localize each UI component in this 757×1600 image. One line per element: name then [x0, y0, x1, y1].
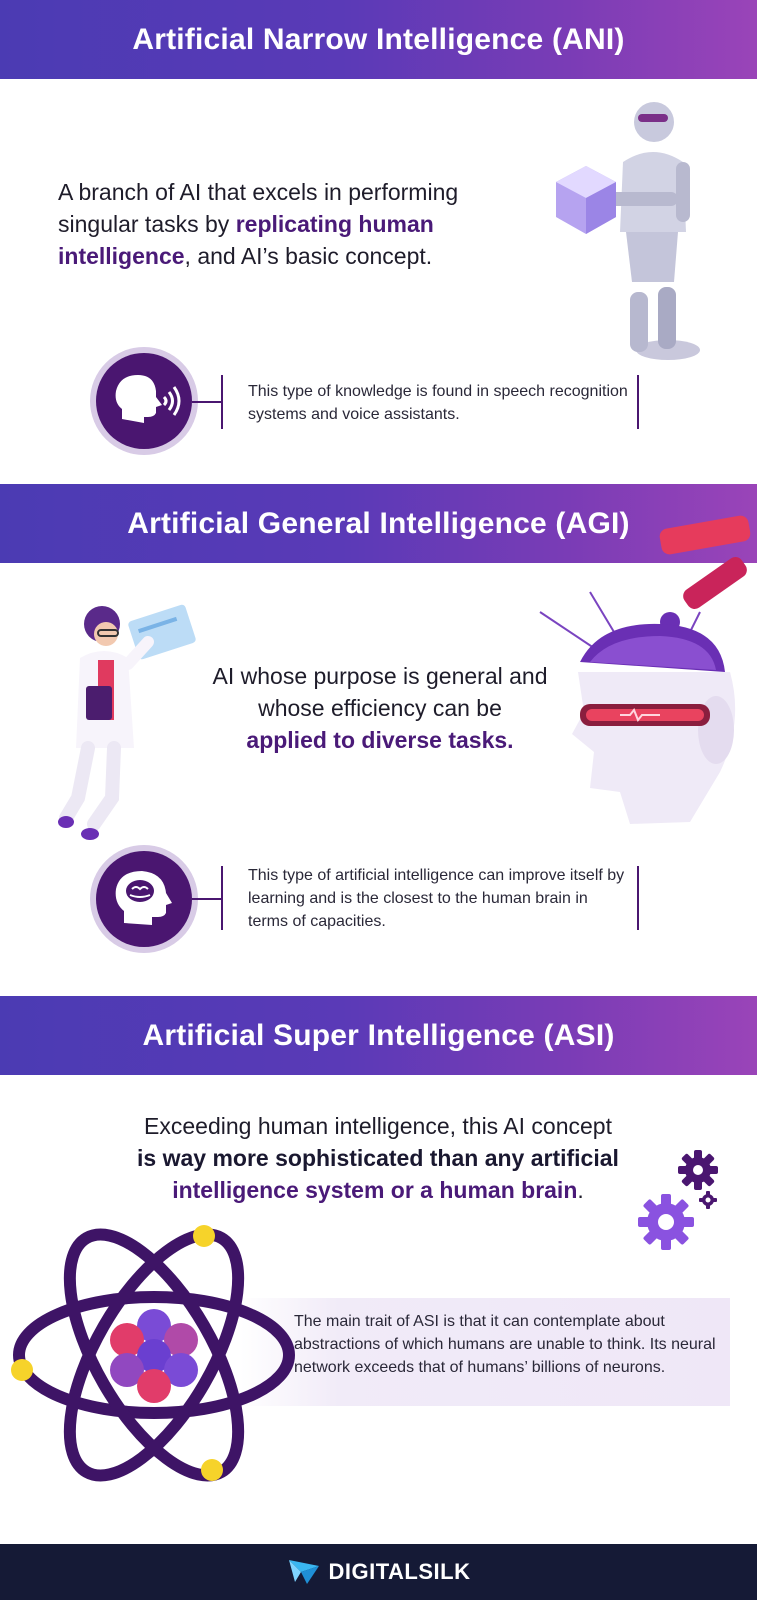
asi-lead-highlight: intelligence system or a human brain [172, 1177, 578, 1203]
ani-lead: A branch of AI that excels in performing… [58, 176, 528, 272]
digitalsilk-logo-icon [288, 1560, 319, 1584]
asi-note: The main trait of ASI is that it can con… [294, 1313, 716, 1376]
robot-brain-head-illustration [539, 515, 751, 824]
ani-note: This type of knowledge is found in speec… [248, 383, 628, 423]
scientist-illustration [58, 604, 196, 840]
agi-bracket-right [637, 866, 639, 930]
agi-lead-text: AI whose purpose is general and whose ef… [212, 663, 548, 721]
agi-lead: AI whose purpose is general and whose ef… [200, 660, 560, 756]
brain-head-icon-graphic [115, 871, 172, 925]
gears-icon [638, 1150, 718, 1250]
agi-lead-highlight: applied to diverse tasks. [246, 727, 514, 753]
asi-lead: Exceeding human intelligence, this AI co… [60, 1110, 696, 1206]
agi-bracket-left [221, 866, 223, 930]
speech-head-icon [96, 353, 192, 449]
ani-banner: Artificial Narrow Intelligence (ANI) [0, 0, 757, 79]
asi-lead-text: Exceeding human intelligence, this AI co… [144, 1113, 612, 1139]
brand: DIGITALSILK [287, 1558, 471, 1586]
agi-connector [192, 898, 222, 900]
asi-lead-bold: is way more sophisticated than any artif… [137, 1145, 619, 1171]
ani-bracket-right [637, 375, 639, 429]
agi-note: This type of artificial intelligence can… [248, 867, 625, 930]
asi-title: Artificial Super Intelligence (ASI) [142, 1018, 615, 1052]
ani-title: Artificial Narrow Intelligence (ANI) [132, 22, 625, 56]
robot-illustration [556, 102, 700, 360]
atom-illustration [11, 1225, 295, 1482]
brand-name: DIGITALSILK [328, 1559, 471, 1584]
brain-head-icon [96, 851, 192, 947]
ani-bracket-left [221, 375, 223, 429]
asi-banner: Artificial Super Intelligence (ASI) [0, 996, 757, 1075]
speech-head-icon-graphic [115, 375, 181, 423]
ani-lead-text-end: , and AI’s basic concept. [184, 243, 433, 269]
footer: DIGITALSILK [0, 1544, 757, 1600]
ani-connector [192, 401, 222, 403]
asi-lead-end: . [577, 1177, 584, 1203]
